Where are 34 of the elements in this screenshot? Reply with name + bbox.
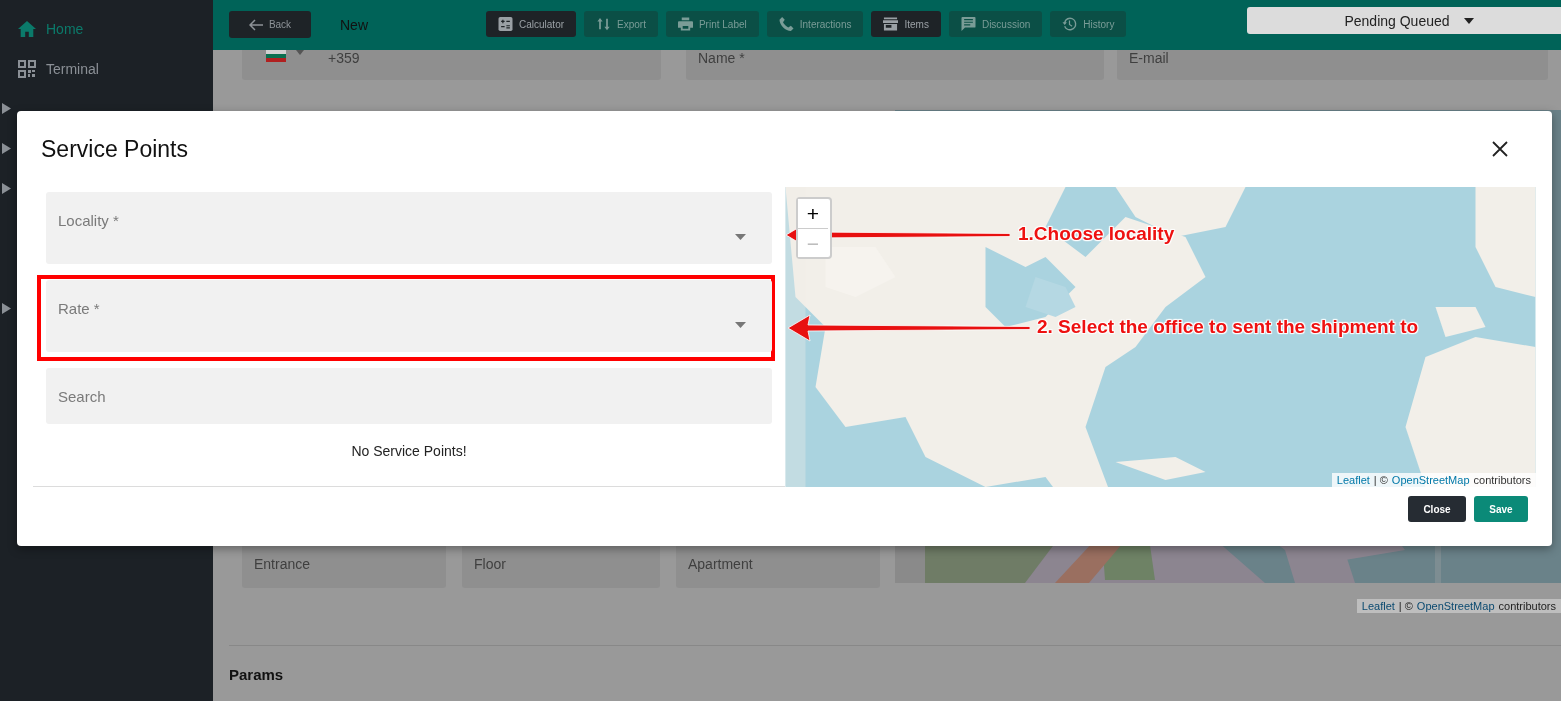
- toolbar-button[interactable]: Interactions: [766, 11, 864, 37]
- dropdown-arrow-icon: [735, 234, 746, 240]
- sidebar-item[interactable]: Home: [46, 21, 84, 37]
- toolbar-button[interactable]: Export: [584, 11, 658, 37]
- store-icon: [883, 17, 899, 31]
- calculator-icon: [498, 17, 513, 31]
- select-field[interactable]: Rate *: [46, 280, 772, 352]
- dialog-title: Service Points: [41, 135, 188, 163]
- sidebar-item[interactable]: Terminal: [46, 61, 99, 77]
- chat-icon: [960, 17, 976, 31]
- empty-message: No Service Points!: [350, 443, 468, 459]
- input-field[interactable]: E-mail: [1117, 50, 1548, 80]
- section-heading: Params: [229, 666, 285, 683]
- toolbar-button[interactable]: Items: [871, 11, 941, 37]
- record-title: New: [340, 17, 368, 33]
- toolbar-button[interactable]: Print Label: [665, 11, 759, 37]
- dropdown-arrow-icon: [735, 322, 746, 328]
- printer-icon: [677, 17, 693, 31]
- input-field[interactable]: Name *: [686, 50, 1104, 80]
- toolbar-button[interactable]: History: [1050, 11, 1127, 37]
- search-field[interactable]: Search: [46, 368, 772, 424]
- status-dropdown[interactable]: Pending Queued: [1247, 7, 1561, 34]
- select-field[interactable]: Locality *: [46, 192, 772, 264]
- home-icon: [18, 20, 36, 38]
- toolbar-button[interactable]: Discussion: [948, 11, 1043, 37]
- history-icon: [1062, 17, 1078, 31]
- phone-icon: [778, 17, 794, 31]
- back-button[interactable]: Back: [229, 11, 311, 38]
- qr-code-icon: [18, 60, 36, 78]
- phone-field[interactable]: +359: [242, 50, 661, 80]
- caret-icon: [1463, 17, 1474, 24]
- toolbar-button[interactable]: Calculator: [486, 11, 577, 37]
- up-down-arrows-icon: [596, 17, 612, 31]
- back-arrow-icon: [248, 18, 263, 31]
